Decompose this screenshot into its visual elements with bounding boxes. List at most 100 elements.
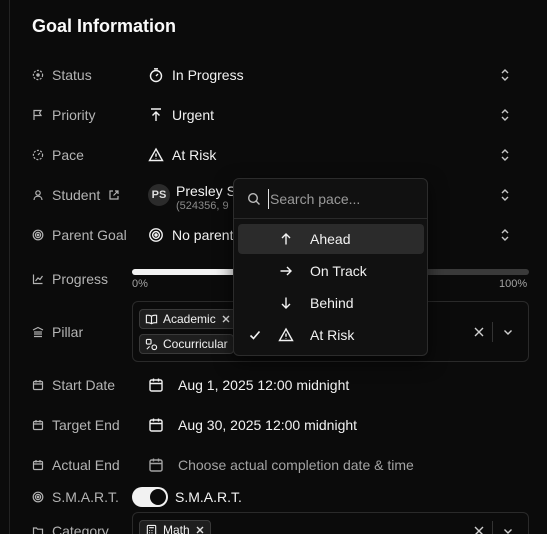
target-icon — [149, 228, 163, 242]
status-select[interactable]: In Progress — [148, 63, 244, 87]
target-end-picker[interactable]: Aug 30, 2025 12:00 midnight — [148, 413, 357, 437]
student-select[interactable]: PS Presley S (524356, 9 — [148, 183, 236, 212]
smart-label: S.M.A.R.T. — [52, 489, 119, 505]
book-open-icon — [145, 314, 158, 324]
pace-option-label: At Risk — [310, 327, 355, 343]
avatar: PS — [148, 184, 170, 206]
target-end-label: Target End — [52, 417, 120, 433]
search-icon — [247, 192, 260, 205]
pace-value: At Risk — [172, 147, 217, 163]
clear-icon[interactable] — [473, 326, 485, 338]
smart-row: S.M.A.R.T. S.M.A.R.T. — [32, 485, 547, 509]
pillar-label: Pillar — [52, 324, 84, 340]
pace-search-input[interactable] — [268, 189, 418, 209]
progress-max-label: 100% — [499, 278, 528, 290]
target-end-value: Aug 30, 2025 12:00 midnight — [178, 417, 358, 433]
chip-academic: Academic — [139, 309, 237, 329]
parent-goal-value: No parent — [172, 227, 234, 243]
progress-min-label: 0% — [132, 278, 148, 290]
chevron-up-down-icon[interactable] — [498, 188, 512, 202]
status-label: Status — [52, 67, 92, 83]
status-row: Status In Progress — [32, 63, 547, 87]
student-id: (524356, 9 — [176, 200, 229, 212]
pace-icon — [32, 149, 44, 161]
pace-select[interactable]: At Risk — [148, 143, 216, 167]
pace-option-ahead[interactable]: Ahead — [238, 224, 424, 254]
parent-goal-select[interactable]: No parent — [148, 223, 233, 247]
parent-goal-label: Parent Goal — [52, 227, 127, 243]
chip-cocurricular: Cocurricular — [139, 334, 234, 354]
student-label: Student — [52, 187, 101, 203]
calendar-icon — [149, 378, 163, 392]
user-icon — [33, 190, 43, 201]
toggle-knob — [150, 489, 166, 505]
calendar-icon — [32, 460, 44, 471]
actual-end-picker[interactable]: Choose actual completion date & time — [148, 453, 414, 477]
priority-label: Priority — [52, 107, 96, 123]
student-name: Presley S — [176, 183, 236, 199]
status-value: In Progress — [172, 67, 244, 83]
calendar-icon — [32, 420, 44, 431]
target-icon — [32, 229, 44, 241]
smart-toggle[interactable] — [132, 487, 168, 507]
chip-label: Academic — [163, 312, 216, 326]
actual-end-row: Actual End Choose actual completion date… — [32, 453, 547, 477]
external-link-icon[interactable] — [108, 189, 120, 201]
pace-option-label: Behind — [310, 295, 354, 311]
start-date-value: Aug 1, 2025 12:00 midnight — [178, 377, 350, 393]
start-date-picker[interactable]: Aug 1, 2025 12:00 midnight — [148, 373, 349, 397]
calculator-icon — [146, 524, 157, 534]
calendar-icon — [149, 458, 163, 472]
start-date-label: Start Date — [52, 377, 116, 393]
calendar-icon — [32, 380, 44, 391]
chevron-down-icon[interactable] — [502, 326, 514, 338]
chevron-up-down-icon[interactable] — [498, 148, 512, 162]
pace-option-behind[interactable]: Behind — [238, 288, 424, 318]
pace-option-at-risk[interactable]: At Risk — [238, 320, 424, 350]
pace-option-on-track[interactable]: On Track — [238, 256, 424, 286]
shapes-icon — [145, 338, 158, 350]
arrow-down-icon — [281, 297, 291, 309]
status-icon — [32, 69, 44, 81]
remove-chip-icon[interactable] — [221, 314, 231, 324]
target-icon — [32, 491, 44, 503]
smart-toggle-label: S.M.A.R.T. — [175, 489, 242, 505]
priority-row: Priority Urgent — [32, 103, 547, 127]
clear-icon[interactable] — [473, 525, 485, 534]
progress-label: Progress — [52, 271, 109, 287]
chevron-up-down-icon[interactable] — [498, 228, 512, 242]
start-date-row: Start Date Aug 1, 2025 12:00 midnight — [32, 373, 547, 397]
pace-dropdown: Ahead On Track Behind At Risk — [233, 178, 428, 356]
chevron-down-icon[interactable] — [502, 525, 514, 534]
pace-row: Pace At Risk — [32, 143, 547, 167]
folder-icon — [32, 527, 44, 534]
warning-icon — [278, 327, 294, 342]
target-end-row: Target End Aug 30, 2025 12:00 midnight — [32, 413, 547, 437]
pace-option-label: On Track — [310, 263, 367, 279]
remove-chip-icon[interactable] — [195, 525, 205, 534]
pace-label: Pace — [52, 147, 84, 163]
actual-end-placeholder: Choose actual completion date & time — [178, 457, 414, 473]
flag-icon — [33, 109, 43, 120]
warning-icon — [148, 147, 164, 162]
chevron-up-down-icon[interactable] — [498, 68, 512, 82]
pace-option-label: Ahead — [310, 231, 351, 247]
priority-value: Urgent — [172, 107, 215, 123]
pace-search — [234, 179, 427, 219]
priority-select[interactable]: Urgent — [148, 103, 214, 127]
chip-label: Math — [163, 523, 190, 534]
category-multiselect[interactable]: Math — [132, 512, 529, 534]
landmark-icon — [32, 326, 44, 338]
arrow-up-to-line-icon — [151, 108, 161, 121]
chevron-up-down-icon[interactable] — [498, 108, 512, 122]
actual-end-label: Actual End — [52, 457, 120, 473]
chip-label: Cocurricular — [163, 337, 228, 351]
category-label: Category — [52, 523, 109, 534]
timer-icon — [149, 68, 163, 83]
arrow-up-icon — [281, 233, 291, 245]
left-divider — [9, 0, 10, 534]
chart-line-icon — [32, 274, 43, 285]
section-title: Goal Information — [32, 16, 176, 36]
chip-math: Math — [139, 520, 211, 534]
check-icon — [249, 330, 261, 340]
